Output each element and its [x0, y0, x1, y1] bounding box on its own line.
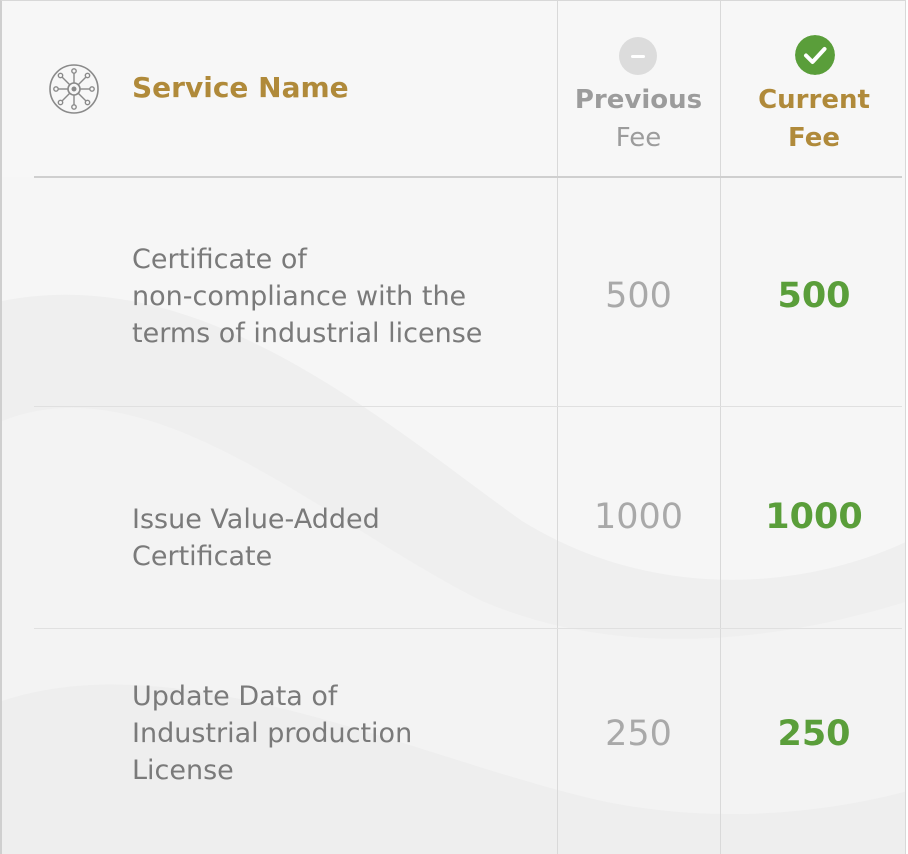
- table-row: Update Data of Industrial production Lic…: [2, 629, 905, 854]
- check-circle-icon: [795, 35, 835, 75]
- table-row: Issue Value-Added Certificate 1000 1000: [2, 407, 905, 628]
- previous-fee-header: Previous Fee: [574, 85, 703, 153]
- previous-fee-cell: 1000: [593, 497, 684, 537]
- current-fee-header: Current Fee: [758, 85, 870, 153]
- service-name-header: Service Name: [132, 71, 349, 104]
- network-node-icon: [49, 64, 99, 114]
- service-name-cell: Certificate of non-compliance with the t…: [132, 244, 483, 349]
- current-fee-cell: 500: [777, 276, 851, 316]
- minus-circle-icon: [619, 37, 657, 75]
- fee-table: Service Name Previous Fee Current Fee Ce…: [0, 0, 906, 854]
- previous-fee-cell: 500: [605, 276, 672, 316]
- current-fee-cell: 250: [777, 714, 851, 754]
- service-name-cell: Issue Value-Added Certificate: [132, 504, 380, 572]
- previous-fee-cell: 250: [605, 714, 672, 754]
- table-row: Certificate of non-compliance with the t…: [2, 177, 905, 406]
- service-name-cell: Update Data of Industrial production Lic…: [132, 681, 413, 786]
- current-fee-cell: 1000: [765, 497, 863, 537]
